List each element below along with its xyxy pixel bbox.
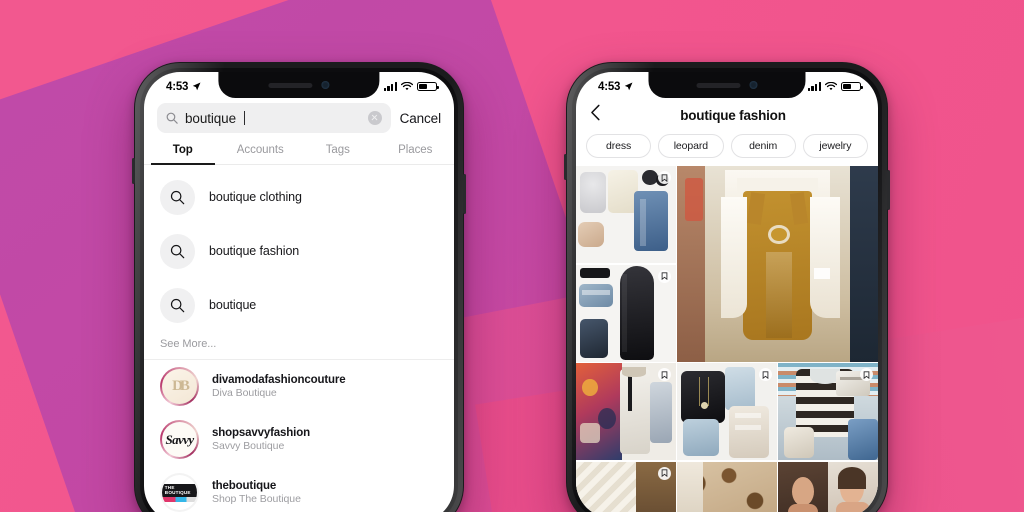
search-input[interactable]: boutique	[157, 103, 391, 133]
grid-cell-flatlay-print-jacket[interactable]	[576, 363, 676, 460]
avatar-initials: Savvy	[165, 431, 194, 447]
avatar[interactable]: THE BOUTIQUE	[160, 473, 199, 512]
cellular-signal-icon	[383, 82, 397, 91]
status-icons	[383, 81, 439, 92]
battery-icon	[841, 81, 863, 92]
filter-chip-jewelry[interactable]: jewelry	[802, 134, 868, 158]
account-results: DB divamodafashioncouture Diva Boutique …	[144, 360, 454, 512]
suggestion-list: boutique clothing boutique fashion bouti…	[144, 165, 454, 332]
location-arrow-icon	[193, 82, 201, 91]
account-username: shopsavvyfashion	[212, 427, 310, 439]
account-name: Savvy Boutique	[212, 440, 285, 452]
grid-cell-flatlay-black-top-jeans[interactable]	[677, 363, 777, 460]
avatar-initials: DB	[172, 378, 190, 394]
grid-cell-tan-pinafore-dress[interactable]	[677, 166, 878, 362]
battery-icon	[417, 81, 439, 92]
account-name: Shop The Boutique	[212, 493, 301, 505]
filter-chip-dress[interactable]: dress	[586, 134, 652, 158]
status-icons	[807, 81, 863, 92]
search-row: boutique Cancel	[144, 99, 454, 141]
volume-button	[564, 154, 567, 180]
power-button	[887, 170, 890, 210]
grid-cell-cream-knit-detail[interactable]	[576, 461, 676, 512]
avatar-initials: THE BOUTIQUE	[161, 483, 198, 497]
bookmark-icon[interactable]	[657, 466, 671, 480]
suggestion-label: boutique	[209, 298, 257, 312]
see-more-row[interactable]: See More...	[144, 332, 454, 360]
volume-button	[132, 158, 135, 184]
cancel-button[interactable]: Cancel	[400, 111, 442, 126]
bookmark-icon[interactable]	[758, 368, 772, 381]
bookmark-icon[interactable]	[657, 368, 671, 381]
suggestion-label: boutique clothing	[209, 190, 302, 204]
filter-chip-denim[interactable]: denim	[730, 134, 796, 158]
list-item[interactable]: boutique	[144, 278, 454, 332]
page-title: boutique fashion	[680, 107, 786, 123]
list-item[interactable]: THE BOUTIQUE theboutique Shop The Boutiq…	[144, 466, 454, 512]
status-time: 4:53	[166, 80, 189, 93]
phone-left: 4:53 boutique Cancel Top Accounts Tags P…	[132, 62, 466, 512]
filter-chip-leopard[interactable]: leopard	[658, 134, 724, 158]
bookmark-icon[interactable]	[859, 368, 873, 381]
list-item[interactable]: boutique clothing	[144, 170, 454, 224]
account-username: divamodafashioncouture	[212, 374, 346, 386]
cellular-signal-icon	[807, 82, 821, 91]
wifi-icon	[401, 82, 413, 91]
power-button	[463, 174, 466, 214]
search-icon	[160, 233, 195, 269]
phone-left-screen: 4:53 boutique Cancel Top Accounts Tags P…	[144, 72, 454, 512]
avatar-stripe	[161, 496, 198, 502]
tab-tags[interactable]: Tags	[299, 141, 377, 164]
filter-chip-row: dress leopard denim jewelry	[576, 134, 878, 166]
bookmark-icon[interactable]	[657, 269, 671, 283]
nav-bar: boutique fashion	[576, 99, 878, 134]
text-caret	[243, 111, 245, 125]
status-bar-right: 4:53	[576, 72, 878, 99]
account-name: Diva Boutique	[212, 387, 277, 399]
tab-top[interactable]: Top	[144, 141, 222, 165]
account-text: theboutique Shop The Boutique	[212, 480, 301, 505]
status-time: 4:53	[598, 80, 621, 93]
wifi-icon	[825, 82, 837, 91]
clear-circle-icon[interactable]	[367, 111, 382, 125]
search-icon	[166, 112, 178, 124]
bookmark-icon[interactable]	[657, 171, 671, 184]
search-tabs: Top Accounts Tags Places	[144, 141, 454, 165]
post-grid	[576, 166, 878, 512]
search-icon	[160, 179, 195, 215]
see-more-label: See More...	[160, 338, 217, 350]
avatar[interactable]: Savvy	[160, 420, 199, 459]
account-text: divamodafashioncouture Diva Boutique	[212, 374, 346, 399]
tab-places[interactable]: Places	[377, 141, 455, 164]
grid-cell-animal-print-fabric[interactable]	[677, 461, 777, 512]
account-text: shopsavvyfashion Savvy Boutique	[212, 427, 310, 452]
suggestion-label: boutique fashion	[209, 244, 300, 258]
status-bar-left: 4:53	[144, 72, 454, 99]
grid-cell-flatlay-black-bodysuit[interactable]	[576, 264, 676, 362]
grid-cell-flatlay-denim-knit[interactable]	[576, 166, 676, 263]
status-time-group: 4:53	[598, 81, 633, 93]
search-value: boutique	[185, 110, 236, 126]
account-username: theboutique	[212, 480, 277, 492]
list-item[interactable]: DB divamodafashioncouture Diva Boutique	[144, 360, 454, 413]
phone-right-screen: 4:53 boutique fashion dress leopard deni…	[576, 72, 878, 512]
phone-right-bezel: 4:53 boutique fashion dress leopard deni…	[572, 68, 882, 512]
list-item[interactable]: boutique fashion	[144, 224, 454, 278]
phone-left-bezel: 4:53 boutique Cancel Top Accounts Tags P…	[140, 68, 458, 512]
grid-cell-model-portraits[interactable]	[778, 461, 878, 512]
list-item[interactable]: Savvy shopsavvyfashion Savvy Boutique	[144, 413, 454, 466]
avatar[interactable]: DB	[160, 367, 199, 406]
search-icon	[160, 287, 195, 323]
tab-accounts[interactable]: Accounts	[222, 141, 300, 164]
grid-cell-striped-knit-vest[interactable]	[778, 363, 878, 460]
location-arrow-icon	[625, 82, 633, 91]
phone-right: 4:53 boutique fashion dress leopard deni…	[564, 62, 890, 512]
status-time-group: 4:53	[166, 81, 201, 93]
